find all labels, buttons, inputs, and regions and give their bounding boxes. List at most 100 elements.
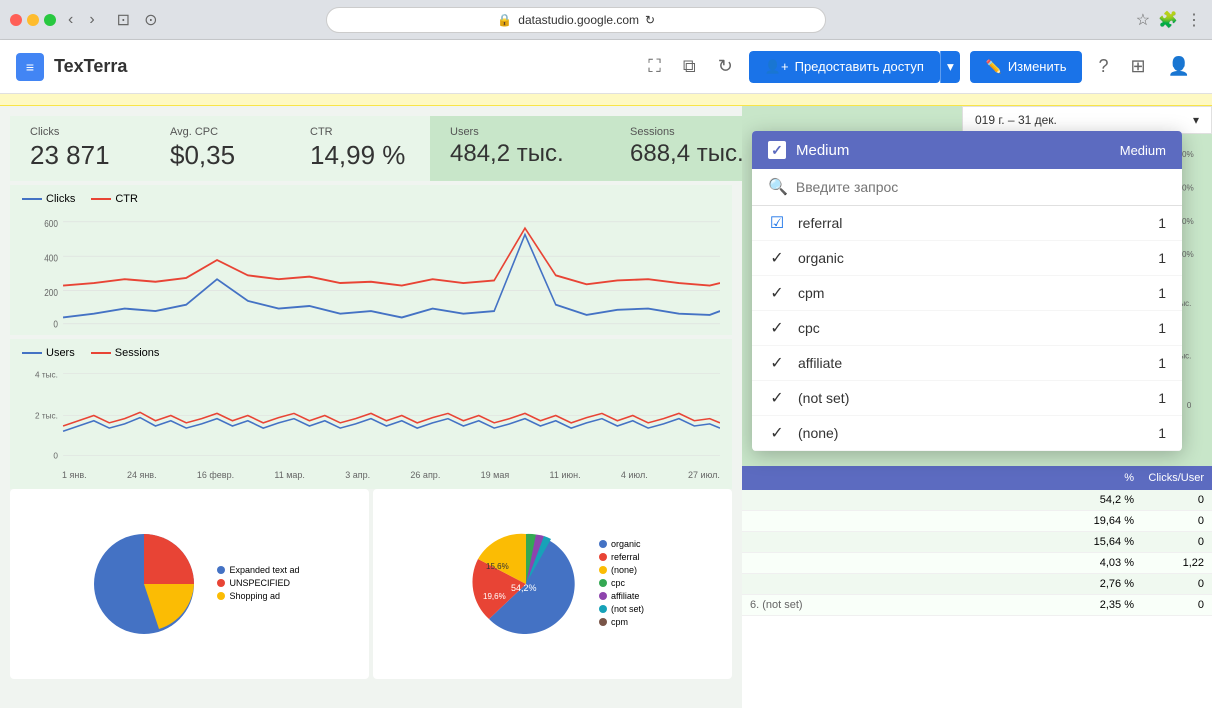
edit-button[interactable]: ✏️ Изменить <box>970 51 1083 83</box>
browser-chrome: ‹ › ⊡ ⊙ 🔒 datastudio.google.com ↻ ☆ 🧩 ⋮ <box>0 0 1212 40</box>
logo-icon: ≡ <box>16 53 44 81</box>
svg-text:0: 0 <box>53 450 58 460</box>
filter-item-referral[interactable]: ☑ referral 1 <box>752 206 1182 241</box>
table-col-clicks: Clicks/User <box>1134 472 1204 484</box>
close-button[interactable] <box>10 14 22 26</box>
table-row: 2,76 % 0 <box>742 574 1212 595</box>
legend-ctr: CTR <box>91 193 138 205</box>
filter-search-input[interactable] <box>796 179 1166 195</box>
sessions-value: 688,4 тыс. <box>630 140 742 168</box>
table-row: 4,03 % 1,22 <box>742 553 1212 574</box>
table-col-pct: % <box>1074 472 1134 484</box>
filter-title: Medium <box>796 142 849 159</box>
ctr-value: 14,99 % <box>310 140 410 171</box>
ctr-card: CTR 14,99 % <box>290 116 430 181</box>
filter-check-organic: ✓ <box>768 249 786 267</box>
filter-item-cpc[interactable]: ✓ cpc 1 <box>752 311 1182 346</box>
metric-cards: Clicks 23 871 Avg. CPC $0,35 CTR 14,99 %… <box>10 116 732 181</box>
chart1-wrapper: 600 400 200 0 <box>22 209 720 335</box>
extensions-icon[interactable]: 🧩 <box>1158 10 1178 30</box>
filter-check-not-set: ✓ <box>768 389 786 407</box>
clicks-label: Clicks <box>30 126 130 138</box>
svg-text:0: 0 <box>1187 401 1192 410</box>
account-button[interactable]: 👤 <box>1162 50 1196 83</box>
fullscreen-button[interactable]: ⛶ <box>642 50 667 83</box>
clicks-ctr-chart: Clicks CTR 600 400 200 <box>10 185 732 335</box>
table-row: 15,64 % 0 <box>742 532 1212 553</box>
svg-text:19,6%: 19,6% <box>483 592 506 601</box>
pie-chart-2: 54,2% 19,6% 15,6% organic referral <box>373 489 732 679</box>
avg-cpc-label: Avg. CPC <box>170 126 270 138</box>
users-label: Users <box>450 126 590 138</box>
pie2-legend-cpm: cpm <box>599 617 644 627</box>
address-bar[interactable]: 🔒 datastudio.google.com ↻ <box>326 7 826 33</box>
menu-icon[interactable]: ⋮ <box>1186 10 1202 30</box>
reload-icon[interactable]: ↻ <box>645 13 655 27</box>
date-dropdown-icon[interactable]: ▾ <box>1193 113 1199 127</box>
pie2-legend-cpc: cpc <box>599 578 644 588</box>
svg-text:54,2%: 54,2% <box>511 583 537 593</box>
svg-text:0: 0 <box>53 319 58 330</box>
search-icon: 🔍 <box>768 177 788 197</box>
filter-header-left: ✓ Medium <box>768 141 849 159</box>
svg-text:600: 600 <box>44 218 58 229</box>
back-button[interactable]: ‹ <box>64 9 77 31</box>
dashboard-area: Clicks 23 871 Avg. CPC $0,35 CTR 14,99 %… <box>0 106 742 708</box>
filter-item-none[interactable]: ✓ (none) 1 <box>752 416 1182 451</box>
avg-cpc-value: $0,35 <box>170 140 270 171</box>
table-row: 19,64 % 0 <box>742 511 1212 532</box>
minimize-button[interactable] <box>27 14 39 26</box>
yellow-banner <box>0 94 1212 106</box>
table-row: 54,2 % 0 <box>742 490 1212 511</box>
pie1-legend-item-shopping: Shopping ad <box>217 591 299 601</box>
svg-text:15,6%: 15,6% <box>486 562 509 571</box>
date-bar[interactable]: 019 г. – 31 дек. ▾ <box>962 106 1212 134</box>
bookmark-icon[interactable]: ☆ <box>1136 10 1150 30</box>
filter-check-none: ✓ <box>768 424 786 442</box>
pie2-legend: organic referral (none) cpc <box>599 539 644 630</box>
pie1-legend-item-expanded: Expanded text ad <box>217 565 299 575</box>
filter-item-affiliate[interactable]: ✓ affiliate 1 <box>752 346 1182 381</box>
history-button[interactable]: ⊙ <box>140 8 161 32</box>
grid-button[interactable]: ⊞ <box>1124 50 1151 83</box>
pie2-legend-referral: referral <box>599 552 644 562</box>
chart2-svg: 4 тыс. 2 тыс. 0 <box>22 363 720 468</box>
pie2-legend-not-set: (not set) <box>599 604 644 614</box>
tab-icon-button[interactable]: ⊡ <box>113 8 134 32</box>
filter-item-not-set[interactable]: ✓ (not set) 1 <box>752 381 1182 416</box>
header-actions: ⛶ ⧉ ↻ 👤+ Предоставить доступ ▾ ✏️ Измени… <box>642 50 1196 83</box>
provide-access-button[interactable]: 👤+ Предоставить доступ <box>749 51 940 83</box>
filter-dropdown[interactable]: ✓ Medium Medium 🔍 ☑ referral 1 ✓ <box>752 131 1182 451</box>
ctr-label: CTR <box>310 126 410 138</box>
filter-check-referral: ☑ <box>768 214 786 232</box>
provide-access-dropdown[interactable]: ▾ <box>940 51 960 83</box>
date-range-text: 019 г. – 31 дек. <box>975 113 1057 127</box>
help-button[interactable]: ? <box>1092 50 1114 83</box>
filter-header: ✓ Medium Medium <box>752 131 1182 169</box>
lock-icon: 🔒 <box>497 13 512 27</box>
table-row-last: 6. (not set) 2,35 % 0 <box>742 595 1212 616</box>
right-panel: 019 г. – 31 дек. ▾ 60% 40% 20% 0% 19 ноя… <box>742 106 1212 708</box>
filter-item-cpm[interactable]: ✓ cpm 1 <box>752 276 1182 311</box>
pie2-svg: 54,2% 19,6% 15,6% <box>461 519 591 649</box>
browser-actions: ☆ 🧩 ⋮ <box>1136 10 1202 30</box>
filter-check-cpm: ✓ <box>768 284 786 302</box>
filter-search-row[interactable]: 🔍 <box>752 169 1182 206</box>
filter-item-organic[interactable]: ✓ organic 1 <box>752 241 1182 276</box>
forward-button[interactable]: › <box>85 9 98 31</box>
url-text: datastudio.google.com <box>518 13 639 27</box>
filter-checkbox-all[interactable]: ✓ <box>768 141 786 159</box>
legend-users: Users <box>22 347 75 359</box>
app-header: ≡ TexTerra ⛶ ⧉ ↻ 👤+ Предоставить доступ … <box>0 40 1212 94</box>
pie2-legend-none: (none) <box>599 565 644 575</box>
pie1-legend-item-unspecified: UNSPECIFIED <box>217 578 299 588</box>
pie1-svg <box>79 519 209 649</box>
refresh-button[interactable]: ↻ <box>712 50 739 83</box>
traffic-lights <box>10 14 56 26</box>
main-content: Clicks 23 871 Avg. CPC $0,35 CTR 14,99 %… <box>0 106 1212 708</box>
chart1-svg: 600 400 200 0 <box>22 209 720 335</box>
maximize-button[interactable] <box>44 14 56 26</box>
sessions-label: Sessions <box>630 126 742 138</box>
data-table: % Clicks/User 54,2 % 0 19,64 % 0 15,64 %… <box>742 466 1212 708</box>
copy-button[interactable]: ⧉ <box>677 50 702 83</box>
